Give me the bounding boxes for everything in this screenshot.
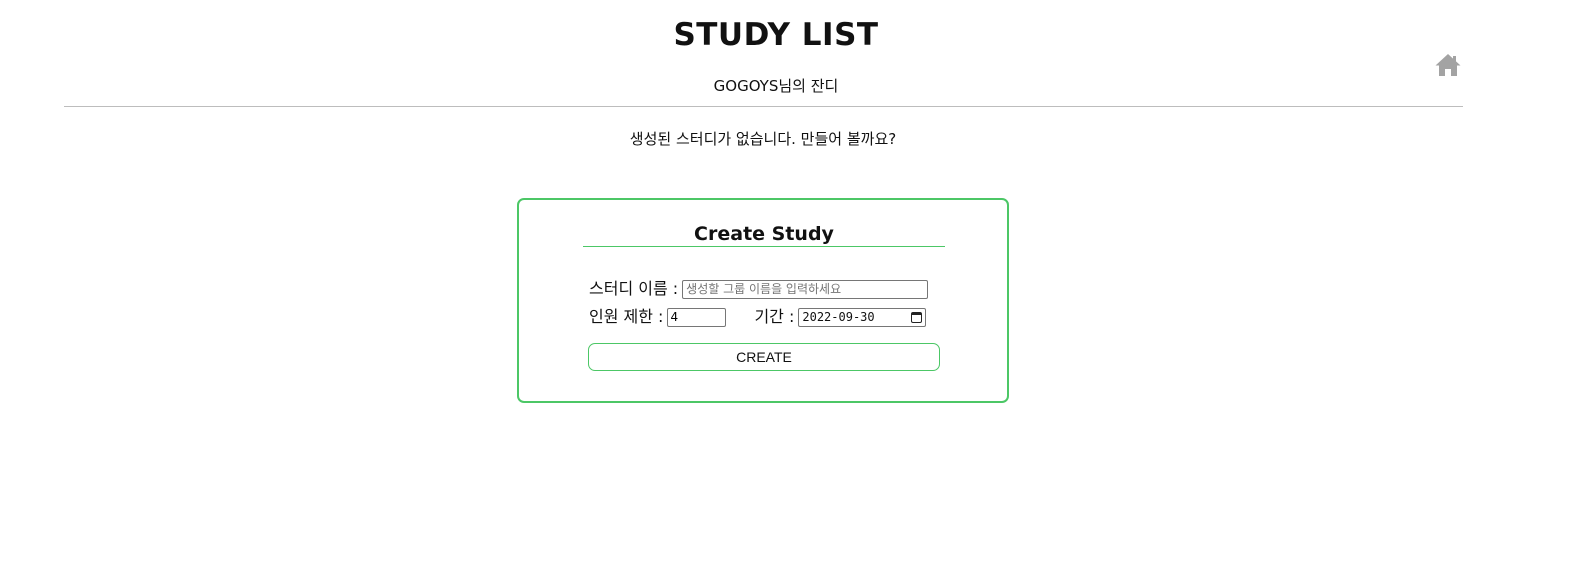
period-date-value: 2022-09-30 <box>802 310 875 324</box>
card-title-divider <box>583 246 945 247</box>
header-divider <box>64 106 1463 107</box>
period-label: 기간 : <box>754 307 795 326</box>
empty-state-message: 생성된 스터디가 없습니다. 만들어 볼까요? <box>629 130 897 148</box>
limit-period-row: 인원 제한 : 기간 : 2022-09-30 <box>589 306 927 328</box>
calendar-icon[interactable] <box>911 311 923 323</box>
create-study-card: Create Study 스터디 이름 : 인원 제한 : 기간 : 2022-… <box>517 198 1009 403</box>
home-icon[interactable] <box>1434 53 1462 77</box>
member-limit-label: 인원 제한 : <box>589 307 664 326</box>
create-study-title: Create Study <box>694 223 834 245</box>
study-name-row: 스터디 이름 : <box>589 278 929 300</box>
study-name-label: 스터디 이름 : <box>589 279 679 298</box>
member-limit-input[interactable] <box>667 307 727 327</box>
study-name-input[interactable] <box>682 279 929 299</box>
page-title: STUDY LIST <box>673 17 879 53</box>
page-subtitle: GOGOYS님의 잔디 <box>713 77 839 95</box>
period-date-input[interactable]: 2022-09-30 <box>798 307 927 327</box>
create-button[interactable]: CREATE <box>588 343 940 371</box>
study-list-page: STUDY LIST GOGOYS님의 잔디 생성된 스터디가 없습니다. 만들… <box>0 0 1592 562</box>
